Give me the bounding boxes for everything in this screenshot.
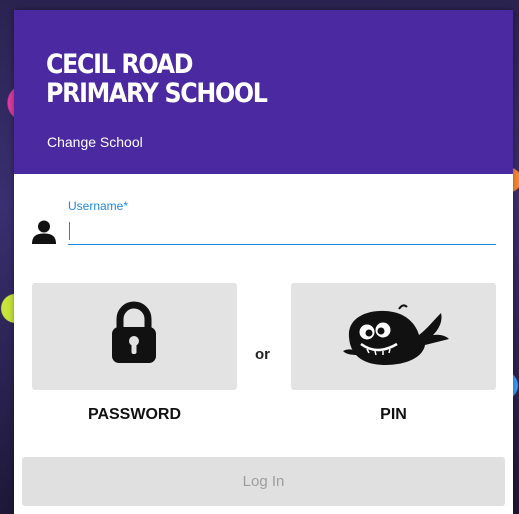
change-school-link[interactable]: Change School <box>47 134 143 150</box>
text-cursor <box>69 222 70 240</box>
school-header: CECIL ROAD PRIMARY SCHOOL Change School <box>14 10 513 174</box>
login-button[interactable]: Log In <box>22 457 505 506</box>
user-icon <box>32 220 56 244</box>
whale-icon <box>343 304 449 365</box>
pin-label: PIN <box>380 406 407 423</box>
or-separator: or <box>255 346 270 363</box>
padlock-icon <box>112 301 156 363</box>
username-label: Username* <box>68 199 129 213</box>
password-option-button[interactable] <box>32 283 237 390</box>
pin-option-button[interactable] <box>291 283 496 390</box>
school-name: CECIL ROAD PRIMARY SCHOOL <box>46 49 268 109</box>
login-card: CECIL ROAD PRIMARY SCHOOL Change School … <box>14 10 513 514</box>
password-label: PASSWORD <box>87 406 182 423</box>
username-input[interactable] <box>68 218 496 245</box>
